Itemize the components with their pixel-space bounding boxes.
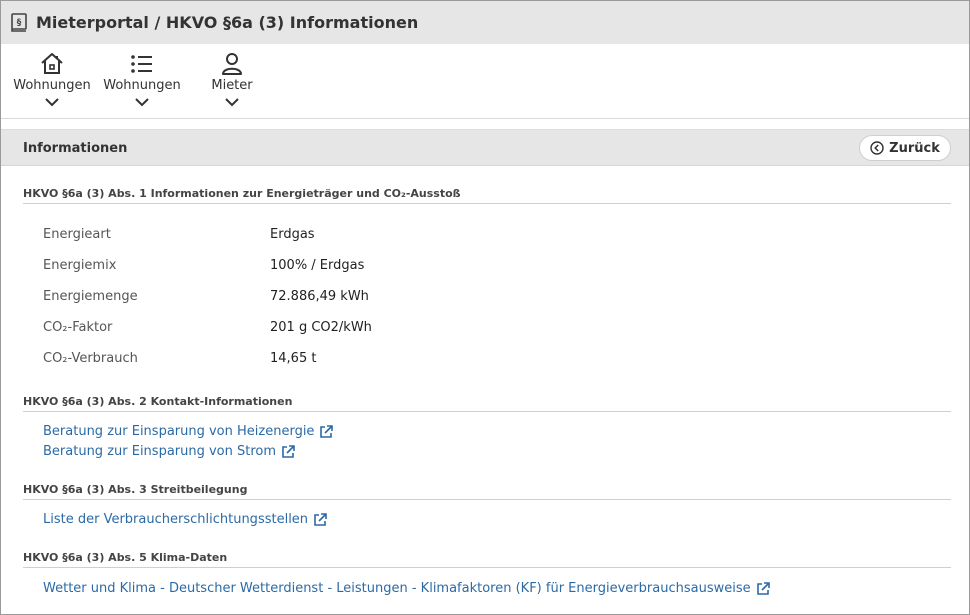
list-icon (130, 51, 154, 77)
info-row-label: CO₂-Faktor (43, 320, 113, 335)
toolbar-apartments-menu[interactable]: Wohnungen (7, 51, 97, 115)
back-button-label: Zurück (889, 140, 940, 156)
external-link-icon (756, 581, 770, 596)
chevron-down-icon (224, 95, 240, 109)
section-heading-energy: HKVO §6a (3) Abs. 1 Informationen zur En… (23, 187, 951, 204)
external-link-icon (313, 512, 327, 527)
toolbar-item-label: Wohnungen (103, 78, 181, 93)
info-row-value: 201 g CO2/kWh (270, 320, 372, 335)
section-heading-dispute: HKVO §6a (3) Abs. 3 Streitbeilegung (23, 483, 951, 500)
external-link-icon (281, 444, 295, 459)
app-window: § Mieterportal / HKVO §6a (3) Informatio… (0, 0, 970, 615)
law-book-icon: § (10, 13, 28, 33)
svg-text:§: § (17, 18, 22, 28)
person-icon (220, 51, 244, 77)
toolbar-item-label: Mieter (211, 78, 253, 93)
info-row-label: Energiemenge (43, 289, 138, 304)
panel-title: Informationen (23, 141, 128, 156)
info-row-label: CO₂-Verbrauch (43, 351, 138, 366)
info-row-label: Energiemix (43, 258, 117, 273)
chevron-down-icon (134, 95, 150, 109)
toolbar-item-label: Wohnungen (13, 78, 91, 93)
link-label: Beratung zur Einsparung von Strom (43, 444, 277, 459)
toolbar-tenant-menu[interactable]: Mieter (187, 51, 277, 115)
back-circle-icon (870, 141, 884, 155)
toolbar: Wohnungen Wohnungen Mieter (1, 44, 969, 119)
link-heating-energy-advice[interactable]: Beratung zur Einsparung von Heizenergie (43, 424, 334, 439)
external-link-icon (319, 424, 334, 439)
panel-header: Informationen Zurück (1, 129, 969, 166)
section-heading-contact: HKVO §6a (3) Abs. 2 Kontakt-Informatione… (23, 395, 951, 412)
house-icon (39, 51, 65, 77)
window-title: Mieterportal / HKVO §6a (3) Informatione… (36, 13, 419, 32)
link-label: Liste der Verbraucherschlichtungsstellen (43, 512, 309, 527)
back-button[interactable]: Zurück (859, 135, 951, 161)
section-heading-climate: HKVO §6a (3) Abs. 5 Klima-Daten (23, 551, 951, 568)
info-row-label: Energieart (43, 227, 111, 242)
toolbar-apartment-list-menu[interactable]: Wohnungen (97, 51, 187, 115)
link-label: Wetter und Klima - Deutscher Wetterdiens… (43, 581, 751, 596)
info-row-value: 72.886,49 kWh (270, 289, 369, 304)
info-row-value: 100% / Erdgas (270, 258, 365, 273)
link-label: Beratung zur Einsparung von Heizenergie (43, 424, 315, 439)
chevron-down-icon (44, 95, 60, 109)
link-electricity-advice[interactable]: Beratung zur Einsparung von Strom (43, 444, 295, 459)
link-arbitration-bodies[interactable]: Liste der Verbraucherschlichtungsstellen (43, 512, 327, 527)
title-bar: § Mieterportal / HKVO §6a (3) Informatio… (1, 1, 969, 44)
info-row-value: Erdgas (270, 227, 315, 242)
info-row-value: 14,65 t (270, 351, 317, 366)
link-climate-factors[interactable]: Wetter und Klima - Deutscher Wetterdiens… (43, 581, 770, 596)
